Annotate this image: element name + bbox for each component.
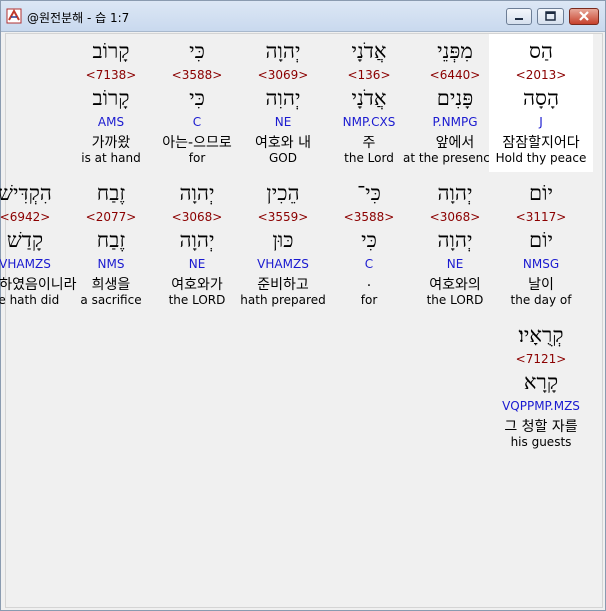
title-bar[interactable]: @원전분해 - 습 1:7 [1,1,605,32]
close-button[interactable] [569,8,599,25]
strong-number[interactable]: <3117> [489,210,593,224]
morphology-code: J [539,115,543,129]
english-gloss: his guests [510,435,572,449]
word-cell[interactable]: הַס <2013> הָסָה J 잠잠할지어다 Hold thy peace [489,34,593,172]
maximize-icon [545,11,556,21]
maximize-button[interactable] [537,8,564,25]
window-title: @원전분해 - 습 1:7 [27,11,130,25]
strong-number[interactable]: <2013> [489,68,593,82]
morphology-code: VQPPMP.MZS [502,399,580,413]
english-gloss: the day of [510,293,572,307]
close-icon [579,11,589,21]
word-cell[interactable]: קְרֻאָיו׃ <7121> קָרָא VQPPMP.MZS 그 청할 자를 his… [489,318,593,456]
hebrew-word: יוֹם [529,181,553,205]
hebrew-lemma: קָרָא [523,370,559,394]
word-analysis-panel: קָרוֹב <7138> קָרוֹב AMS 가까왔 is at hand כִּי <3… [0,33,603,608]
hebrew-lemma: יוֹם [529,228,553,252]
strong-number[interactable]: <7121> [489,352,593,366]
main-window: @원전분해 - 습 1:7 קָרוֹב <7138> קָרוֹב AMS 가까왔 is… [0,0,606,611]
korean-gloss: 날이 [528,277,554,293]
minimize-icon [515,18,523,20]
hebrew-word: קְרֻאָיו׃ [518,323,564,347]
morphology-code: NMSG [522,257,560,271]
app-logo-icon [6,8,22,24]
word-cell[interactable]: יוֹם <3117> יוֹם NMSG 날이 the day of [489,176,593,314]
hebrew-lemma: הָסָה [522,86,560,110]
korean-gloss: 그 청할 자를 [504,419,578,435]
hebrew-word: הַס [528,39,554,63]
korean-gloss: 잠잠할지어다 [502,135,580,151]
english-gloss: Hold thy peace [495,151,587,165]
minimize-button[interactable] [506,8,532,25]
